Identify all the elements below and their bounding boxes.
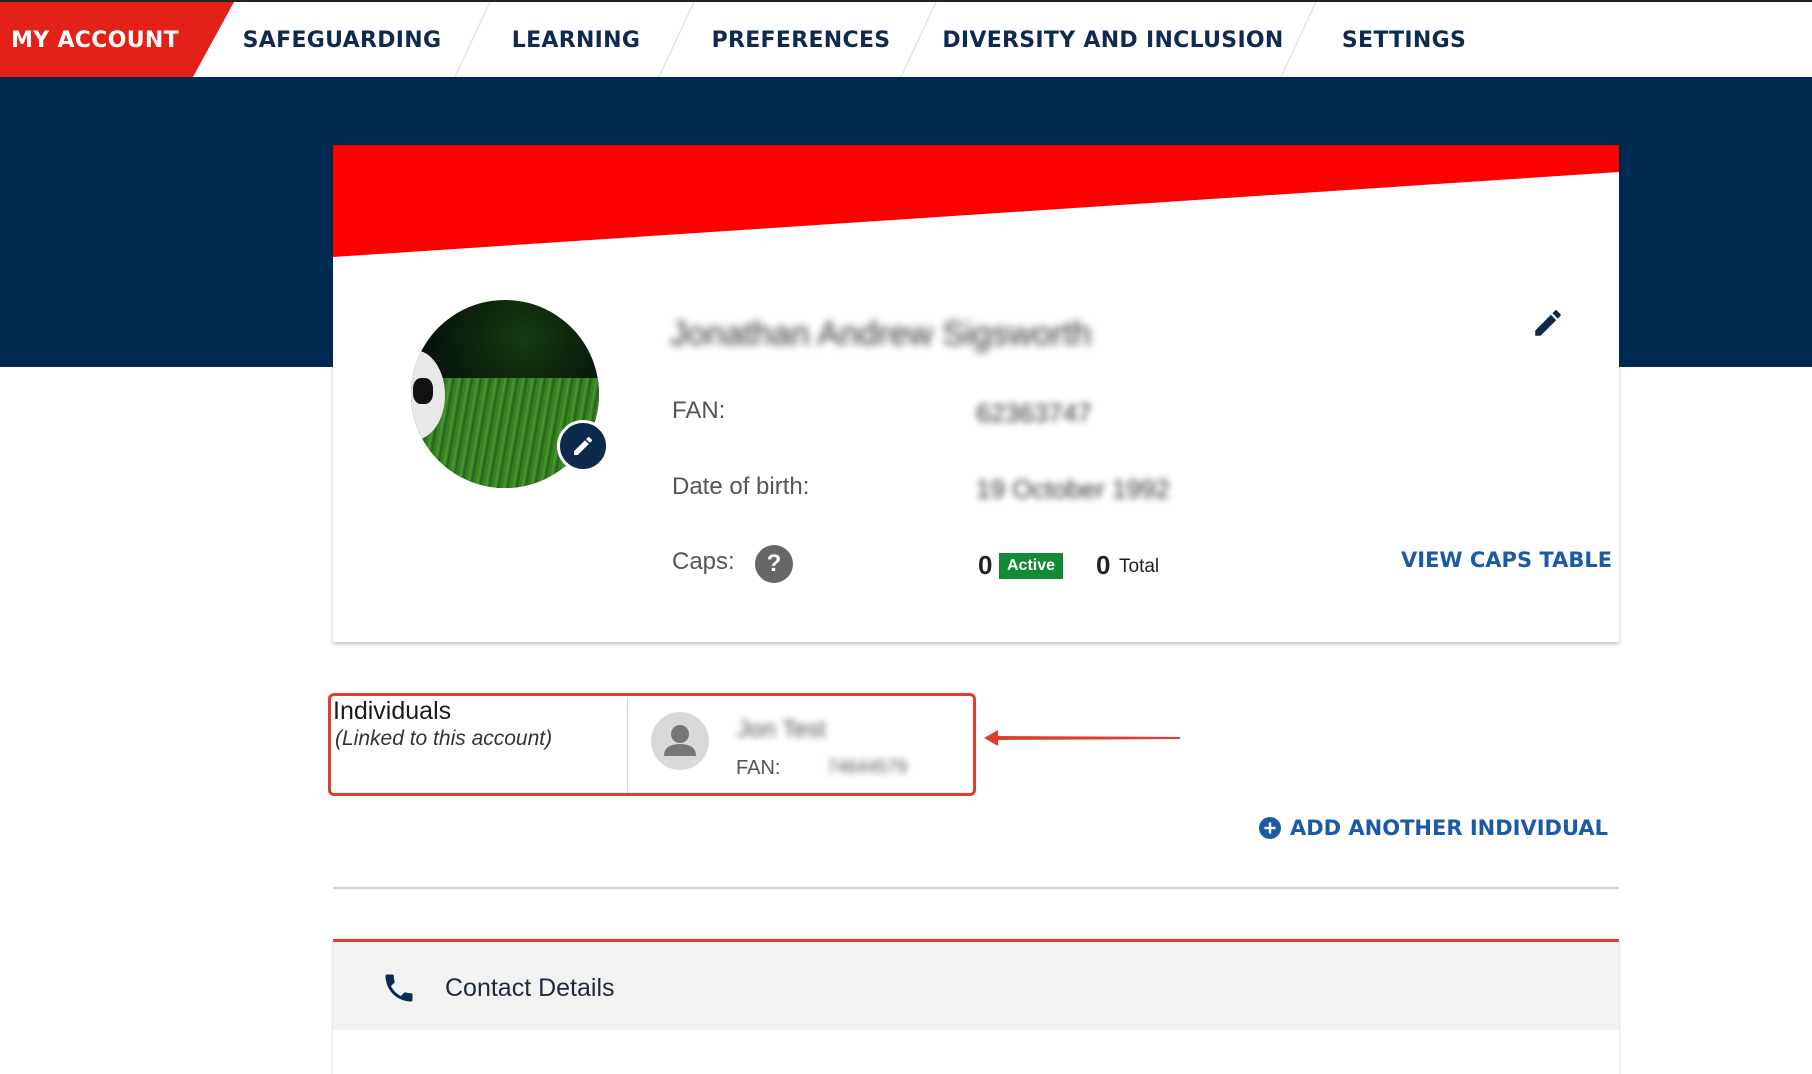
individuals-divider: [627, 697, 628, 793]
profile-name: Jonathan Andrew Sigsworth: [670, 315, 1092, 353]
linked-person-name[interactable]: Jon Test: [737, 716, 826, 744]
nav-tab-preferences[interactable]: PREFERENCES: [696, 2, 906, 79]
dob-label: Date of birth:: [672, 473, 810, 500]
linked-person-fan-value: 74644579: [827, 757, 908, 777]
caps-help-icon[interactable]: ?: [755, 545, 793, 583]
caps-active-count: 0: [978, 550, 993, 580]
profile-card: Jonathan Andrew Sigsworth FAN: 62363747 …: [333, 145, 1619, 642]
caps-label: Caps:: [672, 548, 735, 575]
caps-total-label: Total: [1119, 556, 1160, 577]
add-another-individual-button[interactable]: ADD ANOTHER INDIVIDUAL: [1258, 816, 1608, 840]
edit-profile-button[interactable]: [1528, 303, 1568, 343]
contact-details-title: Contact Details: [445, 974, 615, 1002]
individuals-title: Individuals: [333, 697, 452, 725]
avatar-edit-button[interactable]: [557, 420, 609, 472]
nav-tab-my-account[interactable]: MY ACCOUNT: [0, 2, 190, 79]
contact-details-panel: Contact Details: [333, 939, 1619, 1074]
fan-value: 62363747: [976, 398, 1092, 428]
pencil-icon: [574, 436, 593, 455]
top-nav: MY ACCOUNT SAFEGUARDING LEARNING PREFERE…: [0, 0, 1812, 79]
contact-details-header[interactable]: Contact Details: [333, 939, 1619, 1030]
linked-person-fan-label: FAN:: [736, 757, 781, 779]
fan-label: FAN:: [672, 397, 726, 424]
plus-circle-icon: [1259, 817, 1281, 839]
phone-icon: [385, 974, 413, 1002]
annotation-arrow-icon: [984, 730, 1180, 746]
nav-tab-diversity-and-inclusion[interactable]: DIVERSITY AND INCLUSION: [938, 2, 1288, 79]
dob-value: 19 October 1992: [976, 474, 1170, 504]
individuals-subtitle: (Linked to this account): [335, 727, 553, 750]
person-avatar[interactable]: [651, 712, 709, 770]
card-red-stripe: [333, 145, 1619, 257]
add-another-individual-label: ADD ANOTHER INDIVIDUAL: [1290, 816, 1609, 840]
user-icon: [664, 725, 696, 756]
nav-tab-safeguarding[interactable]: SAFEGUARDING: [234, 2, 450, 79]
caps-active-badge: Active: [999, 553, 1064, 579]
nav-separator: [657, 2, 695, 79]
section-divider: [333, 887, 1619, 889]
nav-separator: [453, 2, 491, 79]
view-caps-table-link[interactable]: VIEW CAPS TABLE: [1401, 548, 1612, 572]
nav-tab-settings[interactable]: SETTINGS: [1318, 2, 1490, 79]
nav-tab-learning[interactable]: LEARNING: [492, 2, 660, 79]
caps-total-count: 0: [1096, 550, 1111, 580]
pencil-icon: [1535, 310, 1561, 336]
